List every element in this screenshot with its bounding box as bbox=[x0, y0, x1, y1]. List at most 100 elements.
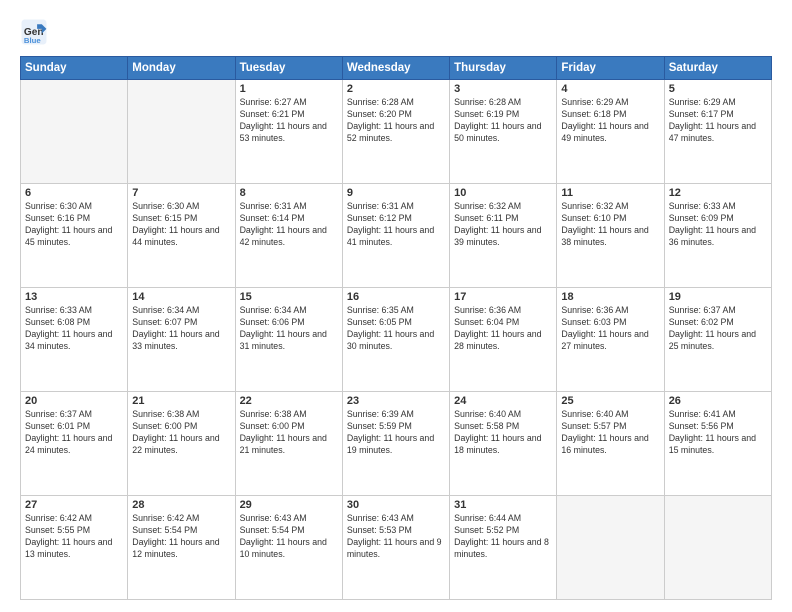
weekday-header: Wednesday bbox=[342, 57, 449, 80]
logo-icon: Gen Blue bbox=[20, 18, 48, 46]
weekday-header: Sunday bbox=[21, 57, 128, 80]
calendar-cell: 13 Sunrise: 6:33 AMSunset: 6:08 PMDayligh… bbox=[21, 288, 128, 392]
calendar-week: 6 Sunrise: 6:30 AMSunset: 6:16 PMDaylight… bbox=[21, 184, 772, 288]
calendar-week: 1Sunrise: 6:27 AMSunset: 6:21 PMDaylight… bbox=[21, 80, 772, 184]
calendar-cell bbox=[21, 80, 128, 184]
page: Gen Blue SundayMondayTuesdayWednesdayThu… bbox=[0, 0, 792, 612]
day-number: 19 bbox=[669, 291, 767, 303]
day-number: 26 bbox=[669, 395, 767, 407]
calendar-cell: 14 Sunrise: 6:34 AMSunset: 6:07 PMDayligh… bbox=[128, 288, 235, 392]
calendar-cell: 30 Sunrise: 6:43 AMSunset: 5:53 PMDayligh… bbox=[342, 496, 449, 600]
calendar-cell: 17 Sunrise: 6:36 AMSunset: 6:04 PMDayligh… bbox=[450, 288, 557, 392]
calendar-body: 1Sunrise: 6:27 AMSunset: 6:21 PMDaylight… bbox=[21, 80, 772, 600]
day-number: 3 bbox=[454, 83, 552, 95]
day-number: 18 bbox=[561, 291, 659, 303]
day-number: 29 bbox=[240, 499, 338, 511]
day-number: 10 bbox=[454, 187, 552, 199]
day-number: 7 bbox=[132, 187, 230, 199]
weekday-header: Friday bbox=[557, 57, 664, 80]
day-info: Sunrise: 6:36 AMSunset: 6:03 PMDaylight:… bbox=[561, 305, 659, 353]
calendar-cell: 21 Sunrise: 6:38 AMSunset: 6:00 PMDayligh… bbox=[128, 392, 235, 496]
svg-text:Blue: Blue bbox=[24, 36, 42, 45]
calendar-cell: 10 Sunrise: 6:32 AMSunset: 6:11 PMDayligh… bbox=[450, 184, 557, 288]
calendar-cell: 22Sunrise: 6:38 AMSunset: 6:00 PMDayligh… bbox=[235, 392, 342, 496]
calendar-cell: 25 Sunrise: 6:40 AMSunset: 5:57 PMDayligh… bbox=[557, 392, 664, 496]
day-number: 25 bbox=[561, 395, 659, 407]
day-info: Sunrise: 6:35 AMSunset: 6:05 PMDaylight:… bbox=[347, 305, 445, 353]
day-info: Sunrise: 6:37 AMSunset: 6:02 PMDaylight:… bbox=[669, 305, 767, 353]
calendar-cell: 5 Sunrise: 6:29 AMSunset: 6:17 PMDaylight… bbox=[664, 80, 771, 184]
calendar-cell: 2Sunrise: 6:28 AMSunset: 6:20 PMDaylight… bbox=[342, 80, 449, 184]
day-info: Sunrise: 6:33 AMSunset: 6:08 PMDaylight:… bbox=[25, 305, 123, 353]
day-info: Sunrise: 6:32 AMSunset: 6:11 PMDaylight:… bbox=[454, 201, 552, 249]
calendar-cell bbox=[128, 80, 235, 184]
day-info: Sunrise: 6:32 AMSunset: 6:10 PMDaylight:… bbox=[561, 201, 659, 249]
day-number: 24 bbox=[454, 395, 552, 407]
day-info: Sunrise: 6:30 AMSunset: 6:16 PMDaylight:… bbox=[25, 201, 123, 249]
calendar-cell bbox=[664, 496, 771, 600]
calendar-cell: 3Sunrise: 6:28 AMSunset: 6:19 PMDaylight… bbox=[450, 80, 557, 184]
day-number: 22 bbox=[240, 395, 338, 407]
calendar-week: 20 Sunrise: 6:37 AMSunset: 6:01 PMDayligh… bbox=[21, 392, 772, 496]
day-number: 23 bbox=[347, 395, 445, 407]
calendar: SundayMondayTuesdayWednesdayThursdayFrid… bbox=[20, 56, 772, 600]
day-number: 20 bbox=[25, 395, 123, 407]
day-number: 31 bbox=[454, 499, 552, 511]
day-info: Sunrise: 6:43 AMSunset: 5:54 PMDaylight:… bbox=[240, 513, 338, 561]
calendar-cell: 24Sunrise: 6:40 AMSunset: 5:58 PMDayligh… bbox=[450, 392, 557, 496]
day-info: Sunrise: 6:36 AMSunset: 6:04 PMDaylight:… bbox=[454, 305, 552, 353]
calendar-week: 13 Sunrise: 6:33 AMSunset: 6:08 PMDayligh… bbox=[21, 288, 772, 392]
day-info: Sunrise: 6:29 AMSunset: 6:18 PMDaylight:… bbox=[561, 97, 659, 145]
calendar-cell: 28Sunrise: 6:42 AMSunset: 5:54 PMDayligh… bbox=[128, 496, 235, 600]
day-info: Sunrise: 6:40 AMSunset: 5:57 PMDaylight:… bbox=[561, 409, 659, 457]
day-number: 6 bbox=[25, 187, 123, 199]
calendar-cell: 7 Sunrise: 6:30 AMSunset: 6:15 PMDaylight… bbox=[128, 184, 235, 288]
day-info: Sunrise: 6:38 AMSunset: 6:00 PMDaylight:… bbox=[132, 409, 230, 457]
calendar-cell: 8 Sunrise: 6:31 AMSunset: 6:14 PMDaylight… bbox=[235, 184, 342, 288]
day-info: Sunrise: 6:37 AMSunset: 6:01 PMDaylight:… bbox=[25, 409, 123, 457]
calendar-cell: 16 Sunrise: 6:35 AMSunset: 6:05 PMDayligh… bbox=[342, 288, 449, 392]
calendar-cell: 4 Sunrise: 6:29 AMSunset: 6:18 PMDaylight… bbox=[557, 80, 664, 184]
day-info: Sunrise: 6:42 AMSunset: 5:55 PMDaylight:… bbox=[25, 513, 123, 561]
calendar-cell: 18 Sunrise: 6:36 AMSunset: 6:03 PMDayligh… bbox=[557, 288, 664, 392]
day-info: Sunrise: 6:31 AMSunset: 6:12 PMDaylight:… bbox=[347, 201, 445, 249]
day-info: Sunrise: 6:33 AMSunset: 6:09 PMDaylight:… bbox=[669, 201, 767, 249]
day-info: Sunrise: 6:29 AMSunset: 6:17 PMDaylight:… bbox=[669, 97, 767, 145]
day-number: 30 bbox=[347, 499, 445, 511]
day-number: 12 bbox=[669, 187, 767, 199]
day-info: Sunrise: 6:39 AMSunset: 5:59 PMDaylight:… bbox=[347, 409, 445, 457]
calendar-cell: 1Sunrise: 6:27 AMSunset: 6:21 PMDaylight… bbox=[235, 80, 342, 184]
day-number: 14 bbox=[132, 291, 230, 303]
weekday-header: Tuesday bbox=[235, 57, 342, 80]
day-number: 13 bbox=[25, 291, 123, 303]
calendar-header: SundayMondayTuesdayWednesdayThursdayFrid… bbox=[21, 57, 772, 80]
day-info: Sunrise: 6:34 AMSunset: 6:06 PMDaylight:… bbox=[240, 305, 338, 353]
day-number: 11 bbox=[561, 187, 659, 199]
day-number: 21 bbox=[132, 395, 230, 407]
calendar-cell: 23 Sunrise: 6:39 AMSunset: 5:59 PMDayligh… bbox=[342, 392, 449, 496]
day-info: Sunrise: 6:43 AMSunset: 5:53 PMDaylight:… bbox=[347, 513, 445, 561]
day-number: 16 bbox=[347, 291, 445, 303]
day-number: 8 bbox=[240, 187, 338, 199]
day-info: Sunrise: 6:27 AMSunset: 6:21 PMDaylight:… bbox=[240, 97, 338, 145]
calendar-week: 27 Sunrise: 6:42 AMSunset: 5:55 PMDayligh… bbox=[21, 496, 772, 600]
calendar-cell: 19 Sunrise: 6:37 AMSunset: 6:02 PMDayligh… bbox=[664, 288, 771, 392]
weekday-row: SundayMondayTuesdayWednesdayThursdayFrid… bbox=[21, 57, 772, 80]
calendar-cell: 12 Sunrise: 6:33 AMSunset: 6:09 PMDayligh… bbox=[664, 184, 771, 288]
day-info: Sunrise: 6:28 AMSunset: 6:20 PMDaylight:… bbox=[347, 97, 445, 145]
day-info: Sunrise: 6:30 AMSunset: 6:15 PMDaylight:… bbox=[132, 201, 230, 249]
day-number: 4 bbox=[561, 83, 659, 95]
calendar-cell: 31Sunrise: 6:44 AMSunset: 5:52 PMDayligh… bbox=[450, 496, 557, 600]
day-info: Sunrise: 6:41 AMSunset: 5:56 PMDaylight:… bbox=[669, 409, 767, 457]
header: Gen Blue bbox=[20, 18, 772, 46]
day-number: 17 bbox=[454, 291, 552, 303]
day-number: 5 bbox=[669, 83, 767, 95]
weekday-header: Saturday bbox=[664, 57, 771, 80]
day-number: 27 bbox=[25, 499, 123, 511]
day-info: Sunrise: 6:34 AMSunset: 6:07 PMDaylight:… bbox=[132, 305, 230, 353]
calendar-cell: 6 Sunrise: 6:30 AMSunset: 6:16 PMDaylight… bbox=[21, 184, 128, 288]
calendar-cell: 20 Sunrise: 6:37 AMSunset: 6:01 PMDayligh… bbox=[21, 392, 128, 496]
calendar-cell: 11 Sunrise: 6:32 AMSunset: 6:10 PMDayligh… bbox=[557, 184, 664, 288]
calendar-cell: 15Sunrise: 6:34 AMSunset: 6:06 PMDayligh… bbox=[235, 288, 342, 392]
day-info: Sunrise: 6:31 AMSunset: 6:14 PMDaylight:… bbox=[240, 201, 338, 249]
